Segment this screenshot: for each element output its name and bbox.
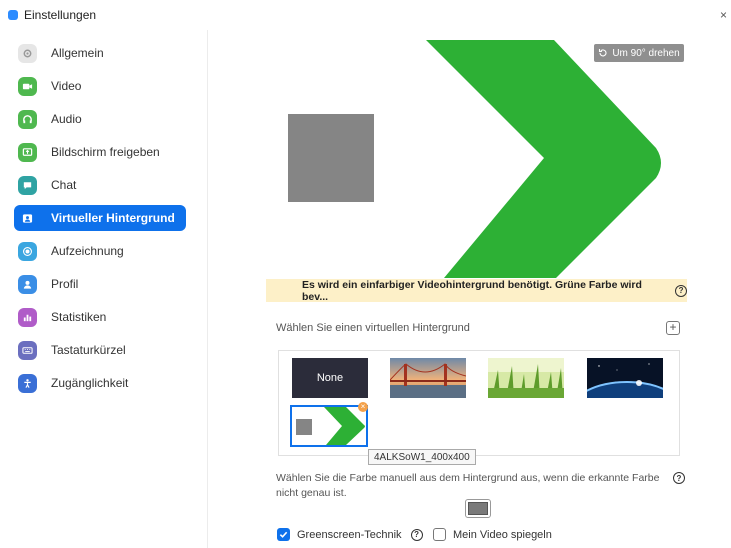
bar-chart-icon — [18, 307, 37, 327]
accessibility-icon — [18, 373, 37, 393]
mirror-video-checkbox[interactable] — [433, 528, 446, 541]
sidebar-item-label: Profil — [51, 277, 79, 291]
sidebar-item-label: Bildschirm freigeben — [51, 145, 160, 159]
greenscreen-help-icon[interactable]: ? — [410, 528, 423, 541]
delete-background-icon[interactable]: × — [358, 402, 368, 412]
help-icon[interactable]: ? — [675, 284, 687, 297]
sidebar-item-profil[interactable]: Profil — [14, 271, 186, 297]
keyboard-icon — [18, 340, 37, 360]
background-filename-tooltip: 4ALKSoW1_400x400 — [368, 449, 476, 465]
sidebar-item-label: Virtueller Hintergrund — [51, 211, 175, 225]
sidebar-item-audio[interactable]: Audio — [14, 106, 186, 132]
sidebar-item-chat[interactable]: Chat — [14, 172, 186, 198]
choose-background-label: Wählen Sie einen virtuellen Hintergrund — [276, 322, 470, 334]
sidebar-item-video[interactable]: Video — [14, 73, 186, 99]
background-thumb-custom-selected[interactable] — [290, 405, 368, 447]
green-arrow-preview-image — [288, 40, 661, 278]
manual-color-picker[interactable] — [465, 499, 491, 518]
greenscreen-option[interactable]: Greenscreen-Technik ? — [277, 528, 423, 541]
sidebar-item-label: Allgemein — [51, 46, 104, 60]
record-icon — [18, 241, 37, 261]
green-screen-warning-banner: Es wird ein einfarbiger Videohintergrund… — [266, 278, 687, 303]
manual-color-description: Wählen Sie die Farbe manuell aus dem Hin… — [276, 472, 660, 499]
background-thumb-none[interactable]: None — [292, 358, 368, 398]
background-thumb-earth[interactable] — [587, 358, 663, 398]
greenscreen-label: Greenscreen-Technik — [297, 528, 402, 541]
greenscreen-checkbox[interactable] — [277, 528, 290, 541]
mirror-video-option[interactable]: Mein Video spiegeln — [433, 528, 552, 541]
background-thumb-grass[interactable] — [488, 358, 564, 398]
sidebar-item-statistiken[interactable]: Statistiken — [14, 304, 186, 330]
window-title: Einstellungen — [24, 8, 97, 22]
sidebar-item-label: Chat — [51, 178, 77, 192]
person-card-icon — [18, 209, 37, 228]
color-swatch-fill — [468, 502, 488, 515]
warning-text: Es wird ein einfarbiger Videohintergrund… — [302, 278, 642, 303]
sidebar: Allgemein Video Audio Bildschirm freigeb… — [0, 30, 208, 548]
sidebar-item-allgemein[interactable]: Allgemein — [14, 40, 186, 66]
sidebar-item-zugaenglichkeit[interactable]: Zugänglichkeit — [14, 370, 186, 396]
green-arrow-thumb-image — [296, 407, 365, 445]
share-screen-icon — [18, 142, 37, 162]
sidebar-item-aufzeichnung[interactable]: Aufzeichnung — [14, 238, 186, 264]
rotate-90-label: Um 90° drehen — [612, 47, 680, 59]
sidebar-item-label: Aufzeichnung — [51, 244, 124, 258]
golden-gate-image — [390, 358, 466, 398]
thumb-label: None — [316, 372, 344, 384]
add-background-button[interactable]: + — [666, 321, 680, 335]
earth-from-space-image — [587, 358, 663, 398]
rotate-90-button[interactable]: Um 90° drehen — [594, 44, 684, 62]
close-icon[interactable]: × — [720, 8, 727, 22]
gear-icon — [18, 43, 37, 63]
grass-image — [488, 358, 564, 398]
video-camera-icon — [18, 76, 37, 96]
background-thumb-golden-gate[interactable] — [390, 358, 466, 398]
title-bar: Einstellungen × — [0, 0, 731, 30]
checkmark-icon — [279, 531, 288, 538]
sidebar-item-label: Zugänglichkeit — [51, 376, 129, 390]
sidebar-item-label: Video — [51, 79, 82, 93]
rotate-icon — [599, 49, 607, 57]
headphones-icon — [18, 109, 37, 129]
sidebar-item-label: Tastaturkürzel — [51, 343, 126, 357]
video-preview — [266, 38, 686, 278]
sidebar-item-label: Statistiken — [51, 310, 107, 324]
manual-color-help-icon[interactable]: ? — [673, 472, 685, 484]
sidebar-item-virtueller-hintergrund[interactable]: Virtueller Hintergrund — [14, 205, 186, 231]
sidebar-item-tastaturkuerzel[interactable]: Tastaturkürzel — [14, 337, 186, 363]
sidebar-item-bildschirm-freigeben[interactable]: Bildschirm freigeben — [14, 139, 186, 165]
mirror-video-label: Mein Video spiegeln — [453, 528, 552, 541]
chat-bubble-icon — [18, 175, 37, 195]
user-icon — [18, 274, 37, 294]
sidebar-item-label: Audio — [51, 112, 82, 126]
zoom-app-icon — [8, 10, 18, 20]
